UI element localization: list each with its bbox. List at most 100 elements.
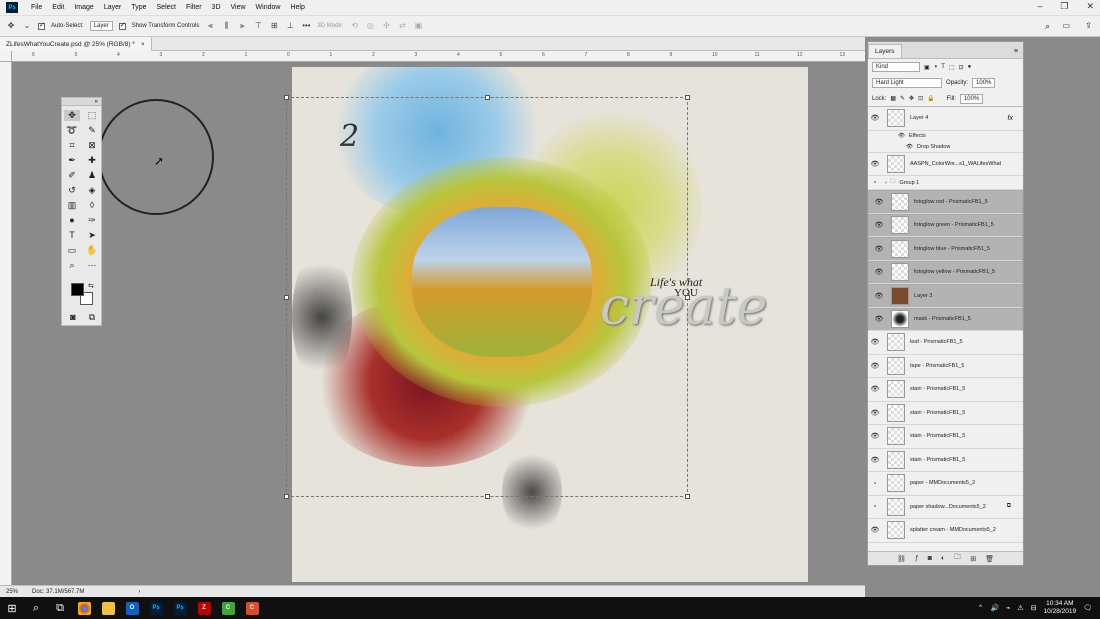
photoshop2-taskbar-button[interactable]: Ps [168,597,192,619]
transform-handle[interactable] [284,494,289,499]
visibility-eye-icon[interactable]: 👁 [872,221,886,229]
chrome-taskbar-button[interactable] [72,597,96,619]
visibility-eye-icon[interactable]: 👁 [868,409,882,417]
layer-row[interactable]: 👁 leaf - PrismaticFB1_5 [868,331,1023,355]
tab-layers[interactable]: Layers [868,44,902,58]
start-icon[interactable]: ⊞ [0,597,24,619]
visibility-eye-icon[interactable]: 👁 [868,160,882,168]
zoom-tool-icon[interactable]: ⌕ [64,260,80,271]
close-tab-icon[interactable]: × [141,41,145,48]
filter-type-icon[interactable]: T [941,64,945,70]
layer-row[interactable]: 👁 stain - PrismaticFB1_5 [868,402,1023,425]
layer-row[interactable]: 👁 stain - PrismaticFB1_5 [868,449,1023,472]
transform-handle[interactable] [485,494,490,499]
frame-tool-icon[interactable]: ⊠ [84,140,100,151]
healing-tool-icon[interactable]: ✚ [84,155,100,166]
history-brush-icon[interactable]: ↺ [64,185,80,196]
filter-smart-icon[interactable]: ⊡ [959,64,964,71]
layer-row[interactable]: ▫ paper shadow...Documents5_2 ⧉ [868,496,1023,519]
task-view-icon[interactable]: ⧉ [48,597,72,619]
transform-handle[interactable] [284,295,289,300]
action-center-icon[interactable]: 🗨 [1083,604,1092,612]
path-select-icon[interactable]: ➤ [84,230,100,241]
layer-row[interactable]: 👁 mask - PrismaticFB1_5 [868,307,1023,331]
camtasia-taskbar-button[interactable]: C [216,597,240,619]
share-icon[interactable]: ⇪ [1085,21,1092,30]
align-center-icon[interactable]: ⫼ [221,21,231,31]
layer-row[interactable]: 👁 tape - PrismaticFB1_5 [868,355,1023,378]
filter-toggle-icon[interactable]: ● [968,64,972,70]
transform-handle[interactable] [685,295,690,300]
menu-type[interactable]: Type [126,4,151,11]
visibility-eye-icon[interactable]: 👁 [872,245,886,253]
visibility-eye-icon[interactable]: 👁 [872,292,886,300]
align-right-icon[interactable]: ⫸ [237,21,247,31]
move-tool-icon[interactable]: ✥ [6,21,16,31]
auto-select-checkbox[interactable] [38,21,45,30]
link-layers-icon[interactable]: ⛓ [897,555,906,563]
panel-menu-icon[interactable]: ≡ [1009,45,1023,58]
swap-colors-icon[interactable]: ⇆ [88,282,94,290]
adjustment-layer-icon[interactable]: ◐ [941,555,945,562]
lock-pixels-icon[interactable]: ✎ [900,95,905,102]
layer-row[interactable]: 👁 fotoglow red - PrismaticFB1_5 [868,190,1023,214]
menu-image[interactable]: Image [69,4,98,11]
rectangle-tool-icon[interactable]: ▭ [64,245,80,256]
eyedropper-tool-icon[interactable]: ✒ [64,155,80,166]
clock[interactable]: 10:34 AM 10/28/2019 [1044,600,1077,616]
pen-tool-icon[interactable]: ✑ [84,215,100,226]
drop-shadow-row[interactable]: 👁 Drop Shadow [868,142,1023,153]
visibility-eye-icon[interactable]: 👁 [872,198,886,206]
blur-tool-icon[interactable]: ◊ [84,200,100,211]
explorer-taskbar-button[interactable] [96,597,120,619]
visibility-eye-icon[interactable]: 👁 [868,526,882,534]
chevron-up-icon[interactable]: ⌃ [978,604,984,612]
filter-pixel-icon[interactable]: ▣ [924,64,930,71]
visibility-eye-icon[interactable]: 👁 [868,114,882,122]
lock-position-icon[interactable]: ✥ [909,95,914,102]
menu-filter[interactable]: Filter [181,4,207,11]
eraser-tool-icon[interactable]: ◈ [84,185,100,196]
more-tools-icon[interactable]: ⋯ [84,260,100,271]
layer-row[interactable]: 👁 fotoglow blue - PrismaticFB1_5 [868,237,1023,261]
blend-mode-dropdown[interactable]: Hard Light [872,78,942,88]
minimize-icon[interactable]: – [1037,1,1042,12]
auto-select-dropdown[interactable]: Layer [89,21,113,31]
menu-file[interactable]: File [26,4,47,11]
dodge-tool-icon[interactable]: ● [64,215,80,226]
ruler-left[interactable] [0,62,12,585]
transform-handle[interactable] [685,494,690,499]
marquee-tool-icon[interactable]: ⬚ [84,110,100,121]
align-top-icon[interactable]: ⊤ [253,21,263,31]
layer-row[interactable]: 👁 stain - PrismaticFB1_5 [868,378,1023,402]
visibility-off-icon[interactable]: ▫ [868,503,882,510]
visibility-eye-icon[interactable]: 👁 [868,385,882,393]
maximize-icon[interactable]: ❐ [1060,1,1068,12]
visibility-eye-icon[interactable]: 👁 [872,315,886,323]
workspace-icon[interactable]: ▭ [1062,21,1070,30]
effects-eye-icon[interactable]: 👁 [898,133,905,139]
layer-row[interactable]: 👁 Layer 4 fx [868,107,1023,131]
menu-window[interactable]: Window [251,4,286,11]
fill-field[interactable]: 100% [959,93,984,104]
filter-adjust-icon[interactable]: ◑ [934,64,938,70]
menu-3d[interactable]: 3D [207,4,226,11]
menu-help[interactable]: Help [285,4,309,11]
visibility-eye-icon[interactable]: 👁 [868,338,882,346]
lock-artboard-icon[interactable]: ⊡ [918,95,923,102]
volume-icon[interactable]: 🔊 [990,604,999,612]
tools-panel-header[interactable]: « [62,98,101,106]
add-mask-icon[interactable]: ◙ [928,555,932,562]
layer-row[interactable]: 👁 stain - PrismaticFB1_5 [868,425,1023,449]
effects-row[interactable]: 👁 Effects [868,131,1023,142]
transform-handle[interactable] [685,95,690,100]
menu-view[interactable]: View [226,4,251,11]
layer-row[interactable]: 👁 AASPN_ColorWor...s1_WALifesWhat [868,153,1023,176]
lock-transparent-icon[interactable]: ▦ [890,95,896,102]
foreground-color-swatch[interactable] [71,283,84,296]
align-left-icon[interactable]: ⫷ [205,21,215,31]
filezilla-taskbar-button[interactable]: Z [192,597,216,619]
visibility-off-icon[interactable]: ▫ [868,480,882,487]
group-row[interactable]: ▫ › 🗀 Group 1 [868,176,1023,190]
network-icon[interactable]: ⌁ [1006,604,1010,612]
